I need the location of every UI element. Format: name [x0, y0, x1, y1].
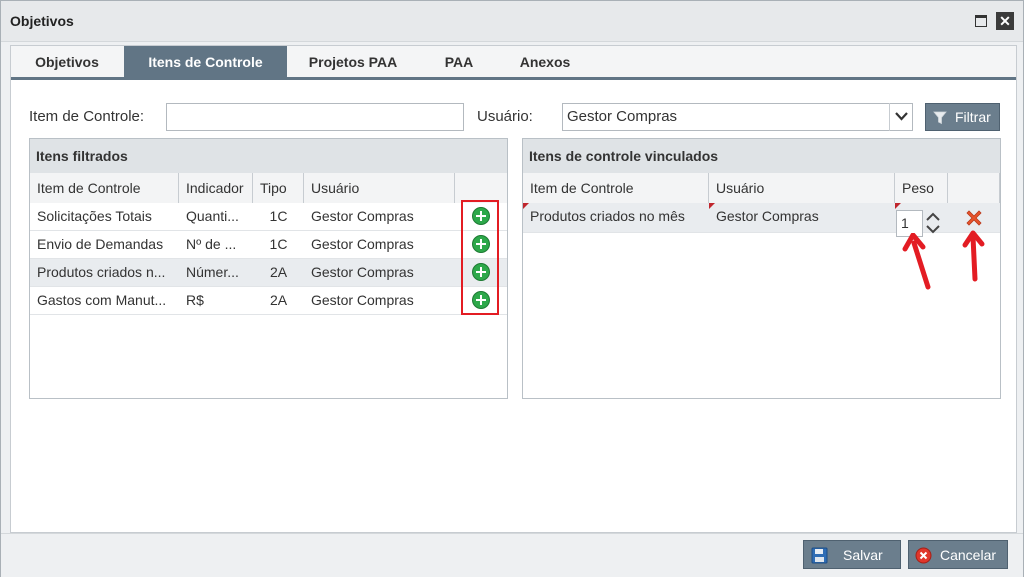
itens-vinculados-title: Itens de controle vinculados: [523, 139, 1000, 174]
cancelar-button[interactable]: Cancelar: [908, 540, 1008, 569]
cell-usuario: Gestor Compras: [311, 236, 414, 252]
itens-filtrados-header: Item de Controle Indicador Tipo Usuário: [30, 173, 507, 204]
table-row[interactable]: Produtos criados n... Númer... 2A Gestor…: [30, 259, 507, 287]
usuario-select-value: Gestor Compras: [567, 108, 678, 125]
cell-usuario: Gestor Compras: [311, 292, 414, 308]
col-usuario[interactable]: Usuário: [304, 173, 455, 203]
save-icon: [811, 547, 828, 564]
table-row[interactable]: Gastos com Manut... R$ 2A Gestor Compras: [30, 287, 507, 315]
tab-itens-de-controle[interactable]: Itens de Controle: [124, 46, 287, 77]
col-item-de-controle[interactable]: Item de Controle: [523, 173, 709, 203]
usuario-label: Usuário:: [477, 108, 533, 125]
col-usuario[interactable]: Usuário: [709, 173, 895, 203]
col-remover: [948, 173, 1000, 203]
filtrar-button[interactable]: Filtrar: [925, 103, 1000, 131]
tab-objetivos[interactable]: Objetivos: [12, 46, 122, 77]
table-row[interactable]: Produtos criados no mês Gestor Compras 1: [523, 203, 1000, 237]
col-indicador[interactable]: Indicador: [179, 173, 253, 203]
cell-item: Produtos criados n...: [37, 264, 166, 280]
cell-indicador: Quanti...: [186, 208, 239, 224]
cancelar-label: Cancelar: [940, 547, 997, 563]
cell-usuario: Gestor Compras: [311, 264, 414, 280]
cell-item: Solicitações Totais: [37, 208, 152, 224]
remove-icon[interactable]: [964, 208, 984, 228]
cell-indicador: Númer...: [186, 264, 239, 280]
cell-tipo: 1C: [269, 208, 288, 224]
funnel-icon: [933, 111, 947, 125]
col-peso[interactable]: Peso: [895, 173, 948, 203]
cell-item: Gastos com Manut...: [37, 292, 167, 308]
dirty-marker: [895, 203, 901, 209]
annotation-arrow-remover: [962, 230, 985, 282]
col-item-de-controle[interactable]: Item de Controle: [30, 173, 179, 203]
maximize-icon[interactable]: [974, 13, 988, 27]
chevron-down-icon[interactable]: [889, 103, 913, 131]
cell-tipo: 2A: [269, 292, 288, 308]
cell-usuario: Gestor Compras: [716, 208, 819, 224]
dialog-window: Objetivos ✕ Objetivos Itens de Controle …: [0, 0, 1024, 577]
annotation-arrow-peso: [902, 233, 931, 290]
tab-projetos-paa[interactable]: Projetos PAA: [289, 46, 417, 77]
itens-filtrados-panel: Itens filtrados Item de Controle Indicad…: [29, 138, 508, 399]
usuario-select[interactable]: Gestor Compras: [562, 103, 913, 131]
window-title: Objetivos: [10, 13, 74, 29]
item-de-controle-label: Item de Controle:: [29, 108, 145, 125]
col-acao: [455, 173, 507, 203]
table-row[interactable]: Solicitações Totais Quanti... 1C Gestor …: [30, 203, 507, 231]
salvar-label: Salvar: [843, 547, 883, 563]
tab-bar: Objetivos Itens de Controle Projetos PAA…: [11, 46, 1016, 80]
tab-paa[interactable]: PAA: [421, 46, 497, 77]
itens-vinculados-header: Item de Controle Usuário Peso: [523, 173, 1000, 204]
table-row[interactable]: Envio de Demandas Nº de ... 1C Gestor Co…: [30, 231, 507, 259]
cell-item: Envio de Demandas: [37, 236, 164, 252]
item-de-controle-input[interactable]: [166, 103, 464, 131]
cell-tipo: 1C: [269, 236, 288, 252]
cell-usuario: Gestor Compras: [311, 208, 414, 224]
cell-indicador: R$: [186, 292, 204, 308]
itens-filtrados-title: Itens filtrados: [30, 139, 507, 174]
tab-anexos[interactable]: Anexos: [501, 46, 589, 77]
title-bar: Objetivos ✕: [1, 1, 1023, 42]
salvar-button[interactable]: Salvar: [803, 540, 901, 569]
col-tipo[interactable]: Tipo: [253, 173, 304, 203]
cancel-icon: [915, 547, 932, 564]
chevron-up-icon[interactable]: [924, 212, 942, 222]
cell-item: Produtos criados no mês: [530, 208, 685, 224]
cell-tipo: 2A: [269, 264, 288, 280]
cell-indicador: Nº de ...: [186, 236, 237, 252]
add-buttons-highlight: [461, 200, 499, 315]
filtrar-label: Filtrar: [955, 109, 991, 125]
close-icon[interactable]: ✕: [996, 12, 1014, 30]
